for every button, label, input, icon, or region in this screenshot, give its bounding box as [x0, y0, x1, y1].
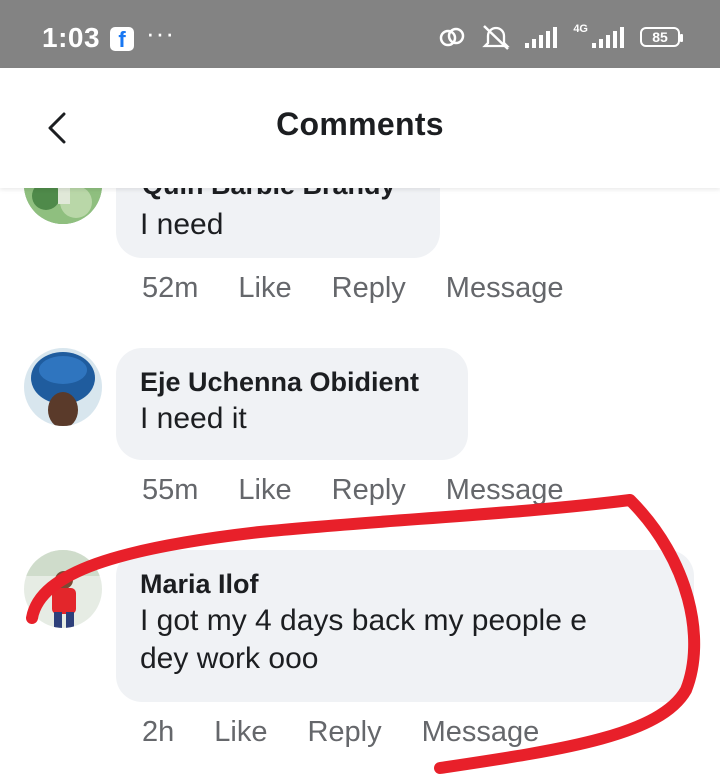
comment-author[interactable]: Quin Barbie Brandy — [142, 188, 396, 201]
comment-time: 55m — [142, 474, 199, 506]
status-time: 1:03 — [42, 22, 101, 53]
reply-button[interactable]: Reply — [307, 716, 381, 749]
comment-author[interactable]: Eje Uchenna Obidient — [140, 364, 444, 400]
reply-button[interactable]: Reply — [332, 272, 406, 305]
status-icons: 4G 85 — [437, 22, 683, 52]
avatar[interactable] — [24, 550, 102, 628]
avatar[interactable] — [24, 348, 102, 426]
comment-text: I need — [140, 208, 224, 241]
like-button[interactable]: Like — [238, 474, 291, 507]
comment-actions: 2h Like Reply Message — [142, 716, 579, 749]
signal-4g-icon — [592, 27, 624, 48]
more-notifications-icon: ··· — [146, 18, 175, 48]
comment-text: I got my 4 days back my people e dey wor… — [140, 604, 587, 675]
comment-time: 2h — [142, 716, 175, 748]
page-title: Comments — [276, 106, 444, 142]
like-button[interactable]: Like — [238, 272, 291, 305]
status-bar: 1:03 f ··· 4G 85 — [0, 0, 720, 68]
comment-bubble[interactable]: Maria Ilof I got my 4 days back my peopl… — [116, 550, 694, 702]
network-type: 4G — [573, 23, 588, 35]
comment-bubble[interactable]: Eje Uchenna Obidient I need it — [116, 348, 468, 460]
app-header: Comments — [0, 68, 720, 188]
alarm-off-icon — [482, 25, 511, 50]
comment-actions: 52m Like Reply Message — [142, 272, 603, 305]
message-button[interactable]: Message — [446, 474, 564, 507]
avatar-image — [24, 348, 102, 426]
reply-button[interactable]: Reply — [332, 474, 406, 507]
avatar-image — [24, 550, 102, 628]
battery-icon: 85 — [640, 27, 683, 47]
like-button[interactable]: Like — [214, 716, 267, 749]
comment-actions: 55m Like Reply Message — [142, 474, 603, 507]
comment-author[interactable]: Maria Ilof — [140, 566, 670, 602]
comment-text: I need it — [140, 402, 247, 435]
comments-list[interactable]: I need Quin Barbie Brandy 52m Like Reply… — [0, 188, 720, 776]
signal-icon — [525, 27, 558, 48]
link-icon — [440, 27, 465, 47]
message-button[interactable]: Message — [446, 272, 564, 305]
avatar-image — [24, 188, 102, 224]
facebook-icon: f — [110, 27, 134, 51]
message-button[interactable]: Message — [422, 716, 540, 749]
avatar[interactable] — [24, 188, 102, 224]
comment-time: 52m — [142, 272, 199, 304]
